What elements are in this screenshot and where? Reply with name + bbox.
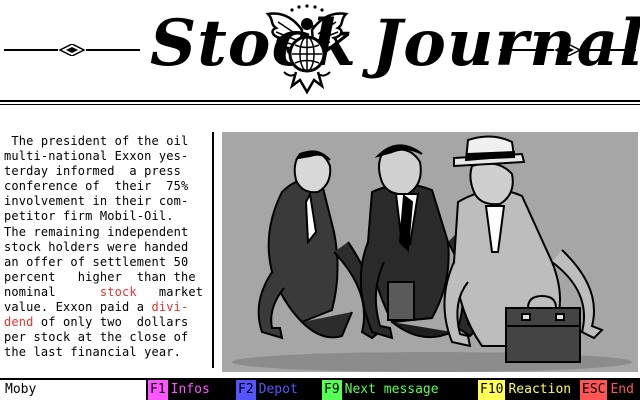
highlighted-term[interactable]: dend [4,315,34,329]
article-text: nominal [4,284,100,299]
fkey-action-label: Reaction [508,382,572,397]
article-text: conference of their 75% [4,179,189,194]
article-text: percent higher than the [4,269,196,284]
fkey-label: F2 [236,380,256,400]
article-line: terday informed a press [4,164,204,179]
article-line: conference of their 75% [4,179,204,194]
highlighted-term[interactable]: divi- [152,300,189,314]
eagle-emblem-icon [265,4,349,95]
masthead-rule [0,100,640,102]
article-line: The remaining independent [4,225,204,240]
fkey-f9-button[interactable]: F9 Next message [322,380,439,400]
news-illustration [222,132,638,372]
fkey-label: ESC [580,380,608,400]
article-line: nominal stock market [4,285,204,300]
masthead-rule-thin [0,104,640,105]
right-ornament-icon [500,44,636,56]
article-line: the last financial year. [4,345,204,360]
article-line: percent higher than the [4,270,204,285]
article-text: The remaining independent [4,224,189,239]
article-line: per stock at the close of [4,330,204,345]
status-bar: Moby F1 Infos F2 Depot F9 Next message F10 Reac… [0,378,640,400]
article-line: value. Exxon paid a divi- [4,300,204,315]
fkey-label: F9 [322,380,342,400]
article-text: per stock at the close of [4,330,189,345]
article-text: involvement in their com- [4,194,189,209]
article-line: stock holders were handed [4,240,204,255]
fkey-action-label: Next message [344,382,439,397]
fkey-action-label: Infos [170,382,210,397]
article-text: The president of the oil [4,134,189,148]
businessmen-illustration-icon [222,132,638,372]
fkey-label: F1 [148,380,168,400]
article-line: an offer of settlement 50 [4,255,204,270]
player-name: Moby [0,378,146,400]
article-text: petitor firm Mobil-Oil. [4,209,174,224]
fkey-f10-button[interactable]: F10 Reaction [478,380,571,400]
article-text: value. Exxon paid a [4,300,152,315]
article-text: multi-national Exxon yes- [4,149,189,164]
article-text: market [136,284,204,299]
highlighted-term[interactable]: stock [100,285,137,299]
left-ornament-icon [4,44,140,56]
fkey-esc-button[interactable]: ESC End [580,380,634,400]
article-text: stock holders were handed [4,239,189,254]
article-line: involvement in their com- [4,194,204,209]
article-text: an offer of settlement 50 [4,254,189,269]
news-article: The president of the oil multi-national E… [4,134,204,376]
article-line: petitor firm Mobil-Oil. [4,209,204,224]
article-line: multi-national Exxon yes- [4,149,204,164]
fkey-f1-button[interactable]: F1 Infos [148,380,210,400]
fkey-f2-button[interactable]: F2 Depot [236,380,298,400]
masthead: Stock Journal [0,0,640,100]
column-divider [212,132,214,368]
fkey-label: F10 [478,380,506,400]
article-text: terday informed a press [4,164,181,179]
fkey-action-label: Depot [258,382,298,397]
fkey-action-label: End [610,382,634,397]
article-line: dend of only two dollars [4,315,204,330]
article-text: of only two dollars [33,315,189,330]
article-line: The president of the oil [4,134,204,149]
article-text: the last financial year. [4,345,181,360]
